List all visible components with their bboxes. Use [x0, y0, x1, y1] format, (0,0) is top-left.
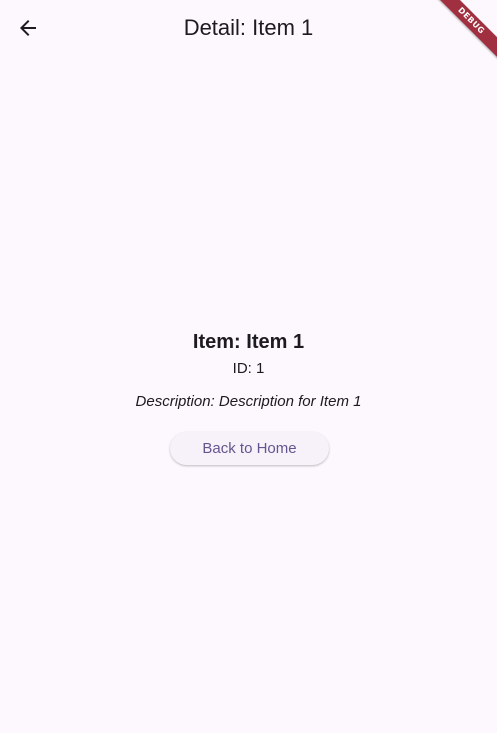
item-id: ID: 1: [232, 360, 265, 377]
back-to-home-button[interactable]: Back to Home: [170, 432, 329, 465]
item-description: Description: Description for Item 1: [135, 393, 362, 410]
item-title: Item: Item 1: [192, 331, 305, 353]
detail-content: Item: Item 1 ID: 1 Description: Descript…: [0, 0, 497, 733]
